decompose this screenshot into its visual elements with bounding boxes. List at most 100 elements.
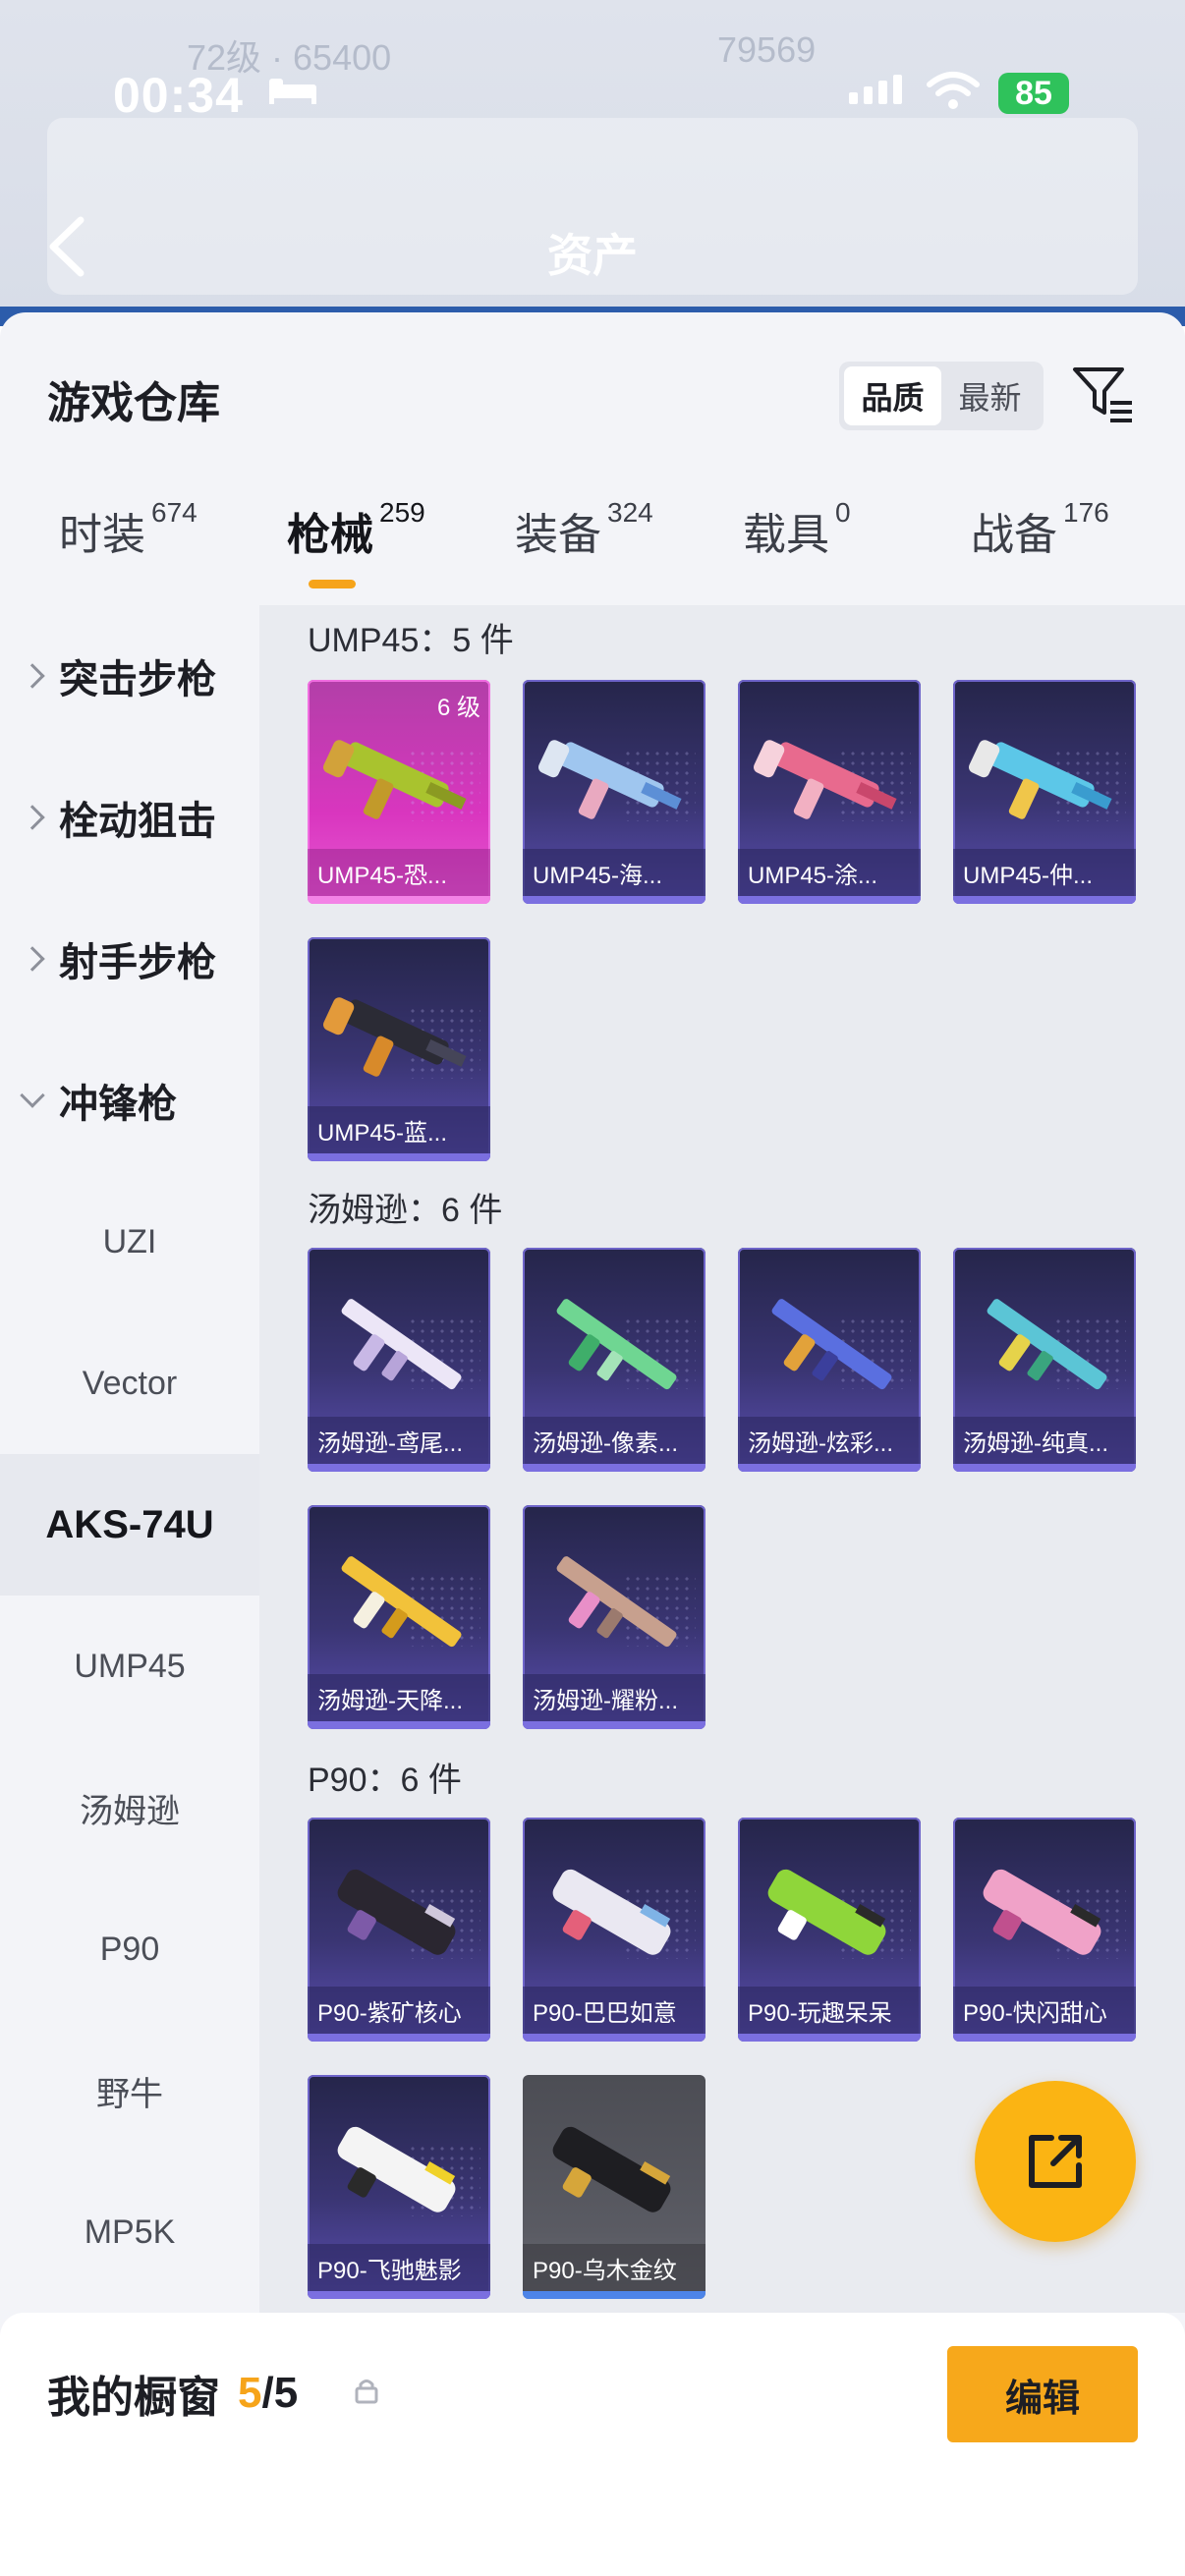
sidebar-item-smg[interactable]: 冲锋枪 xyxy=(0,1030,259,1171)
weapon-name: P90-紫矿核心 xyxy=(308,1987,490,2034)
ump45-gun-icon xyxy=(323,740,467,819)
weapon-card[interactable]: 汤姆逊-炫彩... xyxy=(738,1248,921,1472)
sidebar-item-label: 射手步枪 xyxy=(59,941,216,984)
sidebar-item-assault-rifle[interactable]: 突击步枪 xyxy=(0,605,259,747)
weapon-name: 汤姆逊-炫彩... xyxy=(738,1417,921,1464)
weapon-name: UMP45-海... xyxy=(523,849,705,896)
wifi-icon xyxy=(927,72,980,109)
share-button[interactable] xyxy=(975,2081,1136,2242)
weapon-name: P90-飞驰魅影 xyxy=(308,2244,490,2291)
weapon-card[interactable]: UMP45-涂... xyxy=(738,680,921,904)
tab-label: 时装 xyxy=(59,511,145,559)
weapon-card[interactable]: 汤姆逊-天降... xyxy=(308,1505,490,1729)
sidebar-subitem-vector[interactable]: Vector xyxy=(0,1313,259,1454)
weapon-name: 汤姆逊-鸢尾... xyxy=(308,1417,490,1464)
status-time: 00:34 xyxy=(113,68,244,123)
chevron-right-icon xyxy=(20,805,45,830)
weapon-name: UMP45-蓝... xyxy=(308,1106,490,1153)
chevron-down-icon xyxy=(20,1083,45,1108)
sidebar-subitem-thompson[interactable]: 汤姆逊 xyxy=(0,1737,259,1878)
tab-guns[interactable]: 枪械 259 xyxy=(287,497,425,562)
tab-vehicles[interactable]: 载具 0 xyxy=(743,497,851,562)
weapon-card[interactable]: P90-紫矿核心 xyxy=(308,1818,490,2042)
ump45-gun-icon xyxy=(323,997,467,1077)
weapon-name: 汤姆逊-纯真... xyxy=(953,1417,1136,1464)
ghost-text: 79569 xyxy=(717,29,817,70)
weapon-card[interactable]: P90-快闪甜心 xyxy=(953,1818,1136,2042)
sidebar-item-label: 冲锋枪 xyxy=(59,1083,177,1126)
showcase-title: 我的橱窗 xyxy=(47,2374,220,2422)
filter-icon[interactable] xyxy=(1071,362,1136,426)
tab-equipment[interactable]: 装备 324 xyxy=(515,497,653,562)
chevron-right-icon xyxy=(20,946,45,972)
edit-button[interactable]: 编辑 xyxy=(947,2346,1138,2442)
sidebar-item-bolt-sniper[interactable]: 栓动狙击 xyxy=(0,747,259,888)
p90-gun-icon xyxy=(767,1869,886,1955)
weapon-card[interactable]: UMP45-蓝... xyxy=(308,937,490,1161)
section-title: P90：6 件 xyxy=(308,1762,462,1799)
tab-supplies[interactable]: 战备 176 xyxy=(971,497,1109,562)
signal-icon xyxy=(849,75,902,104)
weapon-name: 汤姆逊-耀粉... xyxy=(523,1674,705,1721)
sidebar-subitem-mp5k[interactable]: MP5K xyxy=(0,2161,259,2303)
chevron-right-icon xyxy=(20,663,45,689)
section-title: 汤姆逊：6 件 xyxy=(308,1192,503,1229)
weapon-name: 汤姆逊-天降... xyxy=(308,1674,490,1721)
weapon-name: P90-玩趣呆呆 xyxy=(738,1987,921,2034)
level-badge: 6 级 xyxy=(436,695,480,721)
weapon-card[interactable]: 汤姆逊-像素... xyxy=(523,1248,705,1472)
sidebar-subitem-aks74u[interactable]: AKS-74U xyxy=(0,1454,259,1596)
showcase-count: 5/5 xyxy=(238,2369,298,2418)
weapon-name: P90-乌木金纹 xyxy=(523,2244,705,2291)
tab-count: 176 xyxy=(1063,497,1109,528)
sidebar-item-label: 栓动狙击 xyxy=(59,800,216,843)
weapon-card[interactable]: P90-巴巴如意 xyxy=(523,1818,705,2042)
p90-gun-icon xyxy=(552,1869,671,1955)
sidebar-subitem-uzi[interactable]: UZI xyxy=(0,1171,259,1313)
p90-gun-icon xyxy=(337,2126,456,2212)
tab-count: 0 xyxy=(835,497,851,528)
tab-label: 枪械 xyxy=(287,511,373,559)
sidebar-subitem-bizon[interactable]: 野牛 xyxy=(0,2020,259,2161)
weapon-card[interactable]: 汤姆逊-耀粉... xyxy=(523,1505,705,1729)
warehouse-sheet: 游戏仓库 品质 最新 时装 674 枪械 259 装备 324 载具 0 战备 … xyxy=(0,312,1185,2576)
weapon-name: UMP45-仲... xyxy=(953,849,1136,896)
sleep-mode-icon xyxy=(269,79,316,104)
category-tabs: 时装 674 枪械 259 装备 324 载具 0 战备 176 xyxy=(0,497,1185,588)
showcase-label: 我的橱窗 5/5 xyxy=(47,2362,298,2425)
thompson-gun-icon xyxy=(341,1299,462,1390)
sidebar-item-marksman-rifle[interactable]: 射手步枪 xyxy=(0,888,259,1030)
asset-header-background: 72级 · 65400 79569 00:34 85 资产 xyxy=(0,0,1185,312)
tab-count: 674 xyxy=(151,497,198,528)
weapon-card[interactable]: P90-乌木金纹 xyxy=(523,2075,705,2299)
weapon-category-sidebar: 突击步枪 栓动狙击 射手步枪 冲锋枪 UZI Vector AKS-74U UM… xyxy=(0,605,259,2313)
tab-count: 324 xyxy=(607,497,653,528)
sidebar-subitem-p90[interactable]: P90 xyxy=(0,1878,259,2020)
tab-fashion[interactable]: 时装 674 xyxy=(59,497,198,562)
showcase-total: /5 xyxy=(261,2369,299,2417)
thompson-gun-icon xyxy=(341,1556,462,1648)
tab-count: 259 xyxy=(379,497,425,528)
p90-gun-icon xyxy=(337,1869,456,1955)
sort-latest-button[interactable]: 最新 xyxy=(941,366,1039,425)
ump45-gun-icon xyxy=(754,740,897,819)
weapon-card[interactable]: P90-飞驰魅影 xyxy=(308,2075,490,2299)
weapon-card[interactable]: P90-玩趣呆呆 xyxy=(738,1818,921,2042)
showcase-panel: 我的橱窗 5/5 编辑 xyxy=(0,2313,1185,2576)
sort-quality-button[interactable]: 品质 xyxy=(844,366,941,425)
sidebar-subitem-ump45[interactable]: UMP45 xyxy=(0,1596,259,1737)
tab-label: 装备 xyxy=(515,511,601,559)
weapon-card[interactable]: UMP45-仲... xyxy=(953,680,1136,904)
sort-toggle: 品质 最新 xyxy=(839,362,1044,430)
weapon-name: UMP45-涂... xyxy=(738,849,921,896)
battery-indicator: 85 xyxy=(998,73,1069,114)
weapon-name: P90-快闪甜心 xyxy=(953,1987,1136,2034)
sidebar-item-label: 突击步枪 xyxy=(59,658,216,701)
weapon-card[interactable]: 汤姆逊-鸢尾... xyxy=(308,1248,490,1472)
weapon-card[interactable]: UMP45-海... xyxy=(523,680,705,904)
weapon-card[interactable]: 6 级 UMP45-恐... xyxy=(308,680,490,904)
weapon-card[interactable]: 汤姆逊-纯真... xyxy=(953,1248,1136,1472)
weapon-name: UMP45-恐... xyxy=(308,849,490,896)
ump45-gun-icon xyxy=(969,740,1112,819)
thompson-gun-icon xyxy=(987,1299,1107,1390)
